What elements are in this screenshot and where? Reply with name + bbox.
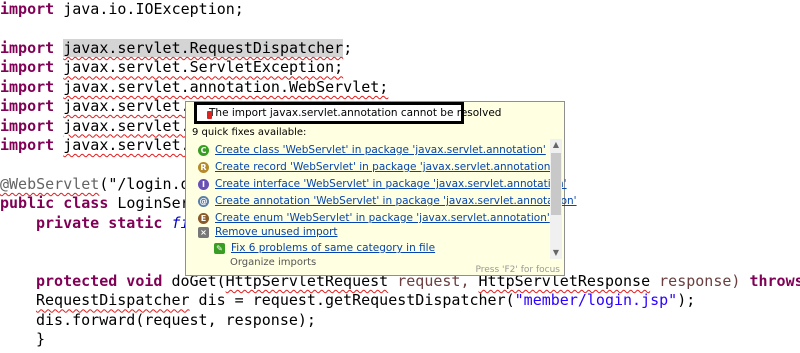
code-line-18: } bbox=[36, 330, 46, 349]
focus-hint: Press 'F2' for focus bbox=[475, 265, 560, 275]
quick-fix-create-interface[interactable]: I Create interface 'WebServlet' in packag… bbox=[198, 176, 567, 193]
code-line-17: dis.forward(request, response); bbox=[36, 310, 316, 329]
scroll-thumb[interactable] bbox=[551, 153, 561, 215]
annotation-icon: @ bbox=[198, 195, 209, 207]
quick-fix-popup[interactable]: The import javax.servlet.annotation cann… bbox=[185, 101, 577, 276]
import-requestdispatcher: javax.servlet.RequestDispatcher bbox=[63, 39, 344, 57]
code-line-8: import javax.servlet. bbox=[0, 136, 190, 154]
code-line-11: public class LoginSer bbox=[0, 194, 190, 213]
quick-fix-create-record[interactable]: R Create record 'WebServlet' in package '… bbox=[198, 159, 553, 176]
code-line-16: RequestDispatcher dis = request.getReque… bbox=[36, 291, 696, 310]
scroll-up-icon[interactable]: ▲ bbox=[550, 139, 562, 151]
interface-icon: I bbox=[198, 178, 209, 190]
scroll-down-icon[interactable]: ▼ bbox=[550, 247, 562, 259]
quick-fix-count: 9 quick fixes available: bbox=[192, 127, 307, 138]
quick-fix-fix-all[interactable]: ✎ Fix 6 problems of same category in file bbox=[214, 240, 435, 257]
code-line-4: import javax.servlet.ServletException; bbox=[0, 58, 344, 77]
quick-fix-create-class[interactable]: C Create class 'WebServlet' in package 'j… bbox=[198, 142, 546, 159]
code-line-6: import javax.servlet. bbox=[0, 97, 190, 116]
code-line-5: import javax.servlet.annotation.WebServl… bbox=[0, 77, 389, 96]
code-line-12: private static fi bbox=[36, 213, 190, 232]
popup-scrollbar[interactable]: ▲ ▼ bbox=[550, 139, 562, 259]
quick-fix-organize-imports[interactable]: Organize imports bbox=[230, 257, 316, 268]
remove-icon: × bbox=[198, 226, 209, 238]
class-icon: C bbox=[198, 144, 209, 156]
code-line-1: import java.io.IOException; bbox=[0, 0, 244, 18]
problem-title: The import javax.servlet.annotation cann… bbox=[194, 102, 501, 124]
fix-all-icon: ✎ bbox=[214, 242, 225, 254]
code-line-10: @WebServlet("/login.d bbox=[0, 175, 190, 193]
record-icon: R bbox=[198, 161, 209, 173]
code-line-3: import javax.servlet.RequestDispatcher; bbox=[0, 39, 353, 57]
code-line-7: import javax.servlet. bbox=[0, 116, 190, 135]
enum-icon: E bbox=[198, 212, 209, 224]
error-icon bbox=[207, 111, 212, 119]
quick-fix-create-annotation[interactable]: @ Create annotation 'WebServlet' in packa… bbox=[198, 193, 577, 210]
quick-fix-remove-import[interactable]: × Remove unused import bbox=[198, 224, 338, 241]
